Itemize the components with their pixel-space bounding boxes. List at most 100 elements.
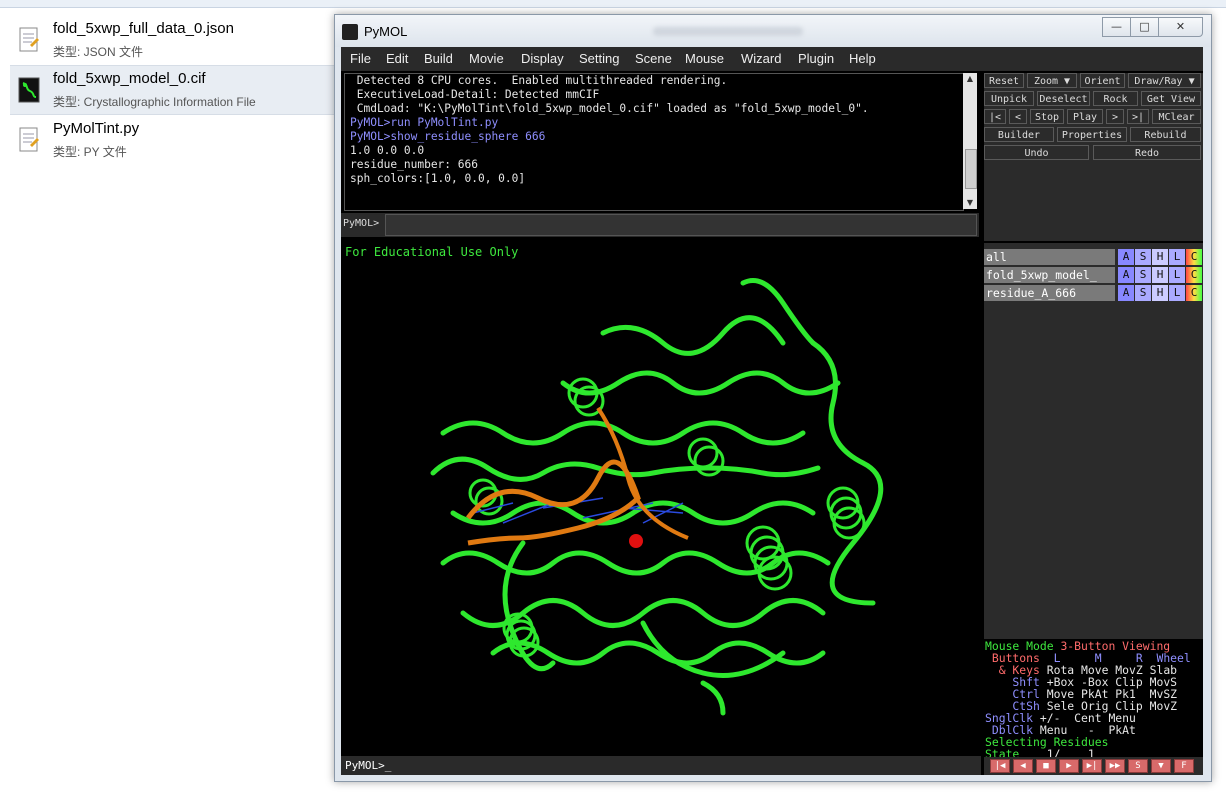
stop-button[interactable]: Stop bbox=[1030, 109, 1064, 124]
unpick-button[interactable]: Unpick bbox=[984, 91, 1034, 106]
menu-file[interactable]: File bbox=[350, 51, 371, 66]
command-input[interactable] bbox=[385, 214, 977, 236]
reset-button[interactable]: Reset bbox=[984, 73, 1024, 88]
dropdown-button[interactable]: ▼ bbox=[1151, 759, 1171, 773]
play-button[interactable]: Play bbox=[1067, 109, 1103, 124]
protein-render bbox=[430, 278, 884, 716]
file-item[interactable]: PyMolTint.py 类型: PY 文件 bbox=[10, 116, 336, 164]
show-button[interactable]: S bbox=[1135, 249, 1151, 265]
hide-button[interactable]: H bbox=[1152, 285, 1168, 301]
blurred-title-text bbox=[653, 27, 803, 36]
mouse-mode-panel: Mouse Mode 3-Button Viewing Buttons L M … bbox=[984, 639, 1203, 761]
deselect-button[interactable]: Deselect bbox=[1037, 91, 1090, 106]
molecule-viewer[interactable]: For Educational Use Only bbox=[343, 243, 981, 755]
control-panel: Reset Zoom ▼ Orient Draw/Ray ▼ Unpick De… bbox=[984, 73, 1203, 241]
pymol-app-icon bbox=[342, 24, 358, 40]
end-button[interactable]: ▶▶ bbox=[1105, 759, 1125, 773]
file-name: PyMolTint.py bbox=[53, 120, 140, 137]
console-scrollbar[interactable]: ▲ ▼ bbox=[963, 73, 977, 209]
rebuild-button[interactable]: Rebuild bbox=[1130, 127, 1201, 142]
object-name[interactable]: residue_A_666 bbox=[984, 285, 1115, 301]
console-line: PyMOL>run PyMolTint.py bbox=[350, 116, 499, 129]
object-row-model[interactable]: fold_5xwp_model_ A S H L C bbox=[984, 267, 1203, 283]
label-button[interactable]: L bbox=[1169, 267, 1185, 283]
close-button[interactable]: ✕ bbox=[1158, 17, 1203, 37]
file-name: fold_5xwp_full_data_0.json bbox=[53, 20, 234, 37]
py-file-icon bbox=[19, 127, 39, 152]
scroll-up-icon[interactable]: ▲ bbox=[963, 73, 977, 85]
scene-button[interactable]: S bbox=[1128, 759, 1148, 773]
object-panel: all A S H L C fold_5xwp_model_ A S H L C… bbox=[984, 243, 1203, 639]
object-row-residue[interactable]: residue_A_666 A S H L C bbox=[984, 285, 1203, 301]
menu-scene[interactable]: Scene bbox=[635, 51, 672, 66]
menu-movie[interactable]: Movie bbox=[469, 51, 504, 66]
explorer-top-bar bbox=[0, 0, 1226, 8]
object-name[interactable]: all bbox=[984, 249, 1115, 265]
hide-button[interactable]: H bbox=[1152, 249, 1168, 265]
maximize-button[interactable]: □ bbox=[1130, 17, 1159, 37]
label-button[interactable]: L bbox=[1169, 285, 1185, 301]
color-button[interactable]: C bbox=[1186, 249, 1202, 265]
orient-button[interactable]: Orient bbox=[1080, 73, 1125, 88]
menu-display[interactable]: Display bbox=[521, 51, 564, 66]
menu-setting[interactable]: Setting bbox=[579, 51, 619, 66]
console-line: residue_number: 666 bbox=[350, 158, 478, 171]
object-name[interactable]: fold_5xwp_model_ bbox=[984, 267, 1115, 283]
prev-frame-button[interactable]: < bbox=[1009, 109, 1027, 124]
menu-help[interactable]: Help bbox=[849, 51, 876, 66]
file-type: 类型: Crystallographic Information File bbox=[53, 95, 256, 109]
scroll-thumb[interactable] bbox=[965, 149, 977, 189]
label-button[interactable]: L bbox=[1169, 249, 1185, 265]
console-line: CmdLoad: "K:\PyMolTint\fold_5xwp_model_0… bbox=[350, 102, 869, 115]
draw-ray-button[interactable]: Draw/Ray ▼ bbox=[1128, 73, 1201, 88]
forward-button[interactable]: ▶| bbox=[1082, 759, 1102, 773]
minimize-button[interactable]: — bbox=[1102, 17, 1131, 37]
stop-movie-button[interactable]: ■ bbox=[1036, 759, 1056, 773]
menu-edit[interactable]: Edit bbox=[386, 51, 408, 66]
console-line: 1.0 0.0 0.0 bbox=[350, 144, 425, 157]
pymol-window: PyMOL — □ ✕ File Edit Build Movie Displa… bbox=[334, 14, 1212, 782]
builder-button[interactable]: Builder bbox=[984, 127, 1054, 142]
movie-controls: |◀ ◀ ■ ▶ ▶| ▶▶ S ▼ F bbox=[984, 757, 1203, 775]
get-view-button[interactable]: Get View bbox=[1141, 91, 1201, 106]
last-frame-button[interactable]: >| bbox=[1127, 109, 1149, 124]
object-row-all[interactable]: all A S H L C bbox=[984, 249, 1203, 265]
properties-button[interactable]: Properties bbox=[1057, 127, 1127, 142]
file-item[interactable]: fold_5xwp_full_data_0.json 类型: JSON 文件 bbox=[10, 16, 336, 64]
redo-button[interactable]: Redo bbox=[1093, 145, 1201, 160]
bottom-command-line[interactable]: PyMOL>_ bbox=[341, 756, 981, 775]
next-frame-button[interactable]: > bbox=[1106, 109, 1124, 124]
mclear-button[interactable]: MClear bbox=[1152, 109, 1201, 124]
rock-button[interactable]: Rock bbox=[1093, 91, 1138, 106]
hide-button[interactable]: H bbox=[1152, 267, 1168, 283]
show-button[interactable]: S bbox=[1135, 267, 1151, 283]
action-button[interactable]: A bbox=[1118, 285, 1134, 301]
show-button[interactable]: S bbox=[1135, 285, 1151, 301]
scroll-down-icon[interactable]: ▼ bbox=[963, 197, 977, 209]
file-type: 类型: PY 文件 bbox=[53, 145, 127, 159]
menu-plugin[interactable]: Plugin bbox=[798, 51, 834, 66]
play-movie-button[interactable]: ▶ bbox=[1059, 759, 1079, 773]
zoom-button[interactable]: Zoom ▼ bbox=[1027, 73, 1077, 88]
menu-bar: File Edit Build Movie Display Setting Sc… bbox=[341, 47, 1203, 71]
fullscreen-button[interactable]: F bbox=[1174, 759, 1194, 773]
menu-mouse[interactable]: Mouse bbox=[685, 51, 724, 66]
action-button[interactable]: A bbox=[1118, 249, 1134, 265]
undo-button[interactable]: Undo bbox=[984, 145, 1089, 160]
first-frame-button[interactable]: |< bbox=[984, 109, 1006, 124]
console-line: PyMOL>show_residue_sphere 666 bbox=[350, 130, 546, 143]
file-item-selected[interactable]: fold_5xwp_model_0.cif 类型: Crystallograph… bbox=[10, 65, 336, 115]
window-title: PyMOL bbox=[364, 24, 408, 39]
color-button[interactable]: C bbox=[1186, 285, 1202, 301]
title-bar[interactable]: PyMOL — □ ✕ bbox=[335, 15, 1211, 47]
menu-build[interactable]: Build bbox=[424, 51, 453, 66]
console-line: Detected 8 CPU cores. Enabled multithrea… bbox=[350, 74, 728, 87]
color-button[interactable]: C bbox=[1186, 267, 1202, 283]
pymol-main: File Edit Build Movie Display Setting Sc… bbox=[341, 47, 1203, 775]
output-console: Detected 8 CPU cores. Enabled multithrea… bbox=[344, 73, 964, 211]
menu-wizard[interactable]: Wizard bbox=[741, 51, 781, 66]
action-button[interactable]: A bbox=[1118, 267, 1134, 283]
rewind-button[interactable]: |◀ bbox=[990, 759, 1010, 773]
command-prompt-label: PyMOL> bbox=[343, 218, 380, 229]
back-button[interactable]: ◀ bbox=[1013, 759, 1033, 773]
